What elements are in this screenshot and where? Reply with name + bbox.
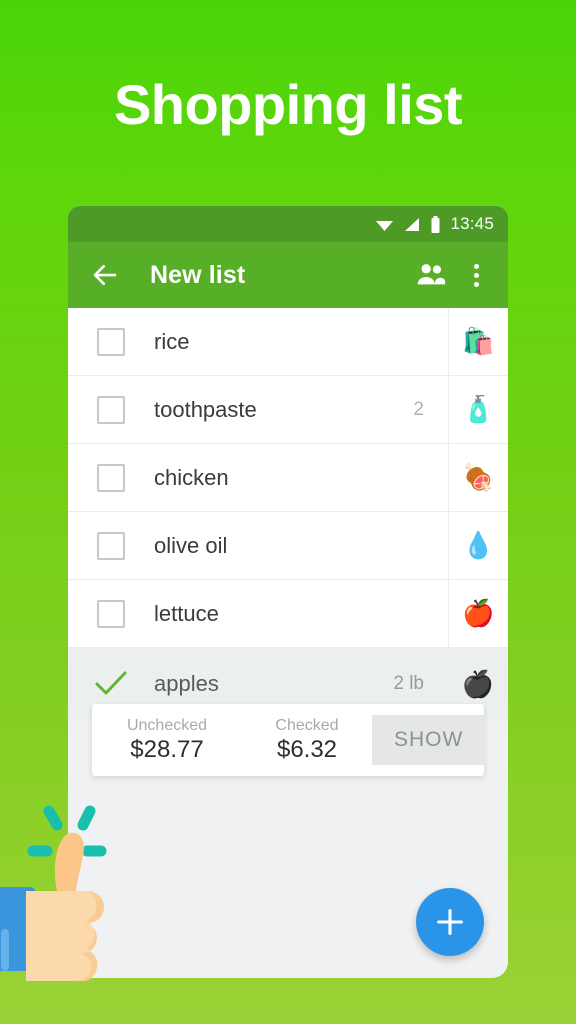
totals-summary-card: Unchecked $28.77 Checked $6.32 SHOW — [92, 704, 486, 776]
battery-icon — [431, 215, 440, 233]
app-bar: New list — [68, 242, 508, 308]
status-bar: 13:45 — [68, 206, 508, 242]
item-label: chicken — [154, 464, 229, 490]
thumb — [54, 832, 84, 891]
item-quantity: 2 — [413, 398, 424, 420]
checkmark-icon[interactable] — [94, 670, 128, 698]
list-item[interactable]: chicken 🍖 — [68, 444, 508, 512]
checkbox-cell[interactable] — [68, 327, 154, 356]
list-item[interactable]: olive oil 💧 — [68, 512, 508, 580]
list-item[interactable]: lettuce 🍎 — [68, 580, 508, 648]
checked-caption: Checked — [275, 716, 339, 734]
list-item[interactable]: rice 🛍️ — [68, 308, 508, 376]
item-checkbox[interactable] — [97, 327, 125, 356]
checkbox-cell[interactable] — [68, 599, 154, 628]
app-bar-title: New list — [150, 260, 246, 289]
checkbox-cell[interactable] — [68, 531, 154, 560]
meat-on-bone-icon[interactable]: 🍖 — [448, 444, 508, 511]
people-icon[interactable] — [414, 258, 448, 292]
signal-icon — [405, 217, 420, 231]
lotion-bottle-icon[interactable]: 🧴 — [448, 376, 508, 443]
page-title: Shopping list — [113, 73, 463, 136]
item-checkbox[interactable] — [97, 531, 125, 560]
status-bar-clock: 13:45 — [450, 214, 494, 233]
item-label: olive oil — [154, 532, 228, 558]
thumbs-up-illustration — [0, 805, 107, 981]
checkbox-cell[interactable] — [68, 670, 154, 698]
droplet-icon[interactable]: 💧 — [448, 512, 508, 579]
checked-value: $6.32 — [276, 735, 338, 763]
overflow-menu-icon[interactable] — [462, 261, 490, 289]
checkbox-cell[interactable] — [68, 463, 154, 492]
unchecked-total: Unchecked $28.77 — [92, 716, 242, 765]
unchecked-caption: Unchecked — [126, 716, 208, 734]
sleeve-cuff-line — [1, 929, 9, 971]
show-button[interactable]: SHOW — [372, 715, 486, 765]
item-checkbox[interactable] — [97, 599, 125, 628]
plus-icon — [437, 909, 463, 935]
shopping-list: rice 🛍️ toothpaste 2 🧴 chicken 🍖 olive o… — [68, 308, 508, 720]
item-label: apples — [154, 671, 219, 696]
checkbox-cell[interactable] — [68, 395, 154, 424]
apple-icon[interactable]: 🍎 — [448, 580, 508, 647]
checked-total: Checked $6.32 — [242, 716, 372, 765]
item-checkbox[interactable] — [97, 395, 125, 424]
item-label: lettuce — [154, 600, 219, 626]
shopping-bag-icon[interactable]: 🛍️ — [448, 308, 508, 375]
unchecked-value: $28.77 — [130, 735, 204, 763]
add-item-fab[interactable] — [416, 888, 484, 956]
item-label: toothpaste — [154, 396, 257, 422]
item-quantity: 2 lb — [393, 673, 424, 694]
item-label: rice — [154, 328, 190, 354]
wifi-icon — [376, 220, 394, 231]
back-arrow-icon[interactable] — [90, 260, 120, 290]
item-checkbox[interactable] — [97, 463, 125, 492]
list-item[interactable]: toothpaste 2 🧴 — [68, 376, 508, 444]
